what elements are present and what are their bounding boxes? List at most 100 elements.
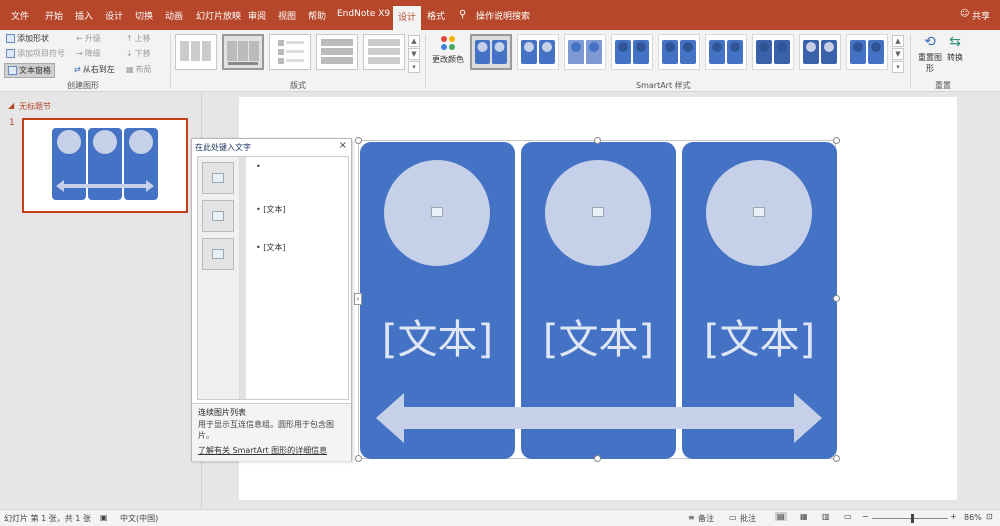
layout-button[interactable]: ▦ 布局	[126, 64, 152, 75]
section-title[interactable]: 无标题节	[19, 101, 51, 112]
move-down-button[interactable]: ↓ 下移	[126, 48, 151, 59]
styles-more-button[interactable]: ▾	[892, 61, 904, 73]
bullet-item-3[interactable]: • [文本]	[256, 242, 286, 253]
smartart-style-8[interactable]	[799, 34, 841, 70]
add-shape-icon	[6, 34, 15, 43]
tab-endnote[interactable]: EndNote X9	[337, 9, 390, 19]
tab-insert[interactable]: 插入	[75, 9, 93, 22]
smartart-style-7[interactable]	[752, 34, 794, 70]
layout-name: 连续图片列表	[198, 408, 246, 417]
insert-picture-button[interactable]	[202, 238, 234, 270]
resize-handle[interactable]	[594, 137, 601, 144]
picture-icon	[212, 249, 224, 259]
smartart-text-3[interactable]: [文本]	[681, 307, 838, 365]
ribbon-separator	[170, 34, 171, 88]
gallery-down-button[interactable]: ▼	[408, 48, 420, 60]
slide-thumbnail-1[interactable]	[22, 118, 188, 213]
text-pane-toggle[interactable]: ‹	[354, 293, 362, 305]
tab-format[interactable]: 格式	[427, 9, 445, 22]
normal-view-icon[interactable]: ▤	[775, 512, 787, 521]
tab-home[interactable]: 开始	[45, 9, 63, 22]
smartart-graphic[interactable]: [文本] [文本] [文本]	[358, 140, 838, 459]
smartart-text-1[interactable]: [文本]	[359, 307, 516, 365]
right-to-left-button[interactable]: ⇄ 从右到左	[74, 64, 115, 75]
resize-handle[interactable]	[355, 455, 362, 462]
smartart-style-6[interactable]	[705, 34, 747, 70]
smartart-style-3[interactable]	[564, 34, 606, 70]
tab-view[interactable]: 视图	[278, 9, 296, 22]
share-button[interactable]: 共享	[972, 9, 990, 22]
arrow-right-icon: →	[76, 49, 83, 58]
tab-animations[interactable]: 动画	[165, 9, 183, 22]
add-bullet-button[interactable]: 添加项目符号	[6, 48, 65, 59]
change-colors-button[interactable]: 更改颜色	[432, 34, 464, 65]
add-shape-button[interactable]: 添加形状	[6, 33, 49, 44]
tab-help[interactable]: 帮助	[308, 9, 326, 22]
gallery-up-button[interactable]: ▲	[408, 35, 420, 47]
text-pane-button[interactable]: 文本窗格	[4, 63, 55, 78]
insert-picture-button[interactable]	[202, 162, 234, 194]
resize-handle[interactable]	[833, 455, 840, 462]
close-icon[interactable]: ×	[339, 140, 347, 151]
reading-view-icon[interactable]: ▥	[822, 512, 830, 521]
styles-up-button[interactable]: ▲	[892, 35, 904, 47]
smartart-style-9[interactable]	[846, 34, 888, 70]
reset-graphic-button[interactable]: ⟲ 重置图形	[916, 34, 944, 74]
double-arrow-shape[interactable]	[374, 391, 824, 445]
resize-handle[interactable]	[833, 137, 840, 144]
notes-button[interactable]: 备注	[698, 513, 714, 524]
picture-icon	[212, 211, 224, 221]
resize-handle[interactable]	[833, 295, 840, 302]
layout-thumb[interactable]	[269, 34, 311, 70]
fit-slide-icon[interactable]: ⊡	[986, 512, 993, 521]
layout-thumb[interactable]	[175, 34, 217, 70]
notes-icon[interactable]: ≡	[688, 513, 695, 522]
promote-button[interactable]: ← 升级	[76, 33, 101, 44]
zoom-slider-track[interactable]	[872, 518, 948, 519]
tab-transitions[interactable]: 切换	[135, 9, 153, 22]
share-icon[interactable]: ☺	[960, 9, 969, 19]
smartart-style-2[interactable]	[517, 34, 559, 70]
bullet-item-2[interactable]: • [文本]	[256, 204, 286, 215]
layout-thumb-selected[interactable]	[222, 34, 264, 70]
picture-icon[interactable]	[431, 207, 443, 217]
resize-handle[interactable]	[355, 137, 362, 144]
tab-slideshow[interactable]: 幻灯片放映	[196, 9, 241, 22]
spellcheck-icon[interactable]: ▣	[100, 513, 108, 522]
smartart-style-5[interactable]	[658, 34, 700, 70]
layout-thumb[interactable]	[316, 34, 358, 70]
resize-handle[interactable]	[594, 455, 601, 462]
tab-smartart-design[interactable]: 设计	[393, 6, 422, 30]
arrow-left-icon: ←	[76, 34, 83, 43]
move-up-button[interactable]: ↑ 上移	[126, 33, 151, 44]
zoom-slider-thumb[interactable]	[911, 514, 914, 523]
picture-icon[interactable]	[592, 207, 604, 217]
styles-down-button[interactable]: ▼	[892, 48, 904, 60]
comments-button[interactable]: 批注	[740, 513, 756, 524]
insert-picture-button[interactable]	[202, 200, 234, 232]
zoom-out-button[interactable]: −	[862, 512, 869, 521]
language[interactable]: 中文(中国)	[120, 513, 158, 524]
convert-button[interactable]: ⇆ 转换	[947, 34, 963, 63]
bullet-item-1[interactable]: •	[256, 162, 261, 171]
group-label-styles: SmartArt 样式	[636, 81, 691, 90]
learn-more-link[interactable]: 了解有关 SmartArt 图形的详细信息	[198, 445, 327, 456]
section-collapse-icon[interactable]: ◢	[8, 101, 14, 110]
tab-review[interactable]: 审阅	[248, 9, 266, 22]
tell-me-search[interactable]: 操作说明搜索	[476, 9, 530, 22]
slide-sorter-icon[interactable]: ▦	[800, 512, 808, 521]
demote-button[interactable]: → 降级	[76, 48, 101, 59]
picture-icon[interactable]	[753, 207, 765, 217]
gallery-more-button[interactable]: ▾	[408, 61, 420, 73]
tab-design[interactable]: 设计	[105, 9, 123, 22]
tab-file[interactable]: 文件	[11, 9, 29, 22]
zoom-in-button[interactable]: +	[950, 512, 957, 521]
smartart-style-1[interactable]	[470, 34, 512, 70]
slideshow-icon[interactable]: ▭	[844, 512, 852, 521]
layout-thumb[interactable]	[363, 34, 405, 70]
comments-icon[interactable]: ▭	[729, 513, 737, 522]
zoom-level[interactable]: 86%	[964, 513, 982, 522]
smartart-text-2[interactable]: [文本]	[520, 307, 677, 365]
layout-description: 用于显示互连信息组。圆形用于包含图片。	[198, 420, 334, 440]
smartart-style-4[interactable]	[611, 34, 653, 70]
